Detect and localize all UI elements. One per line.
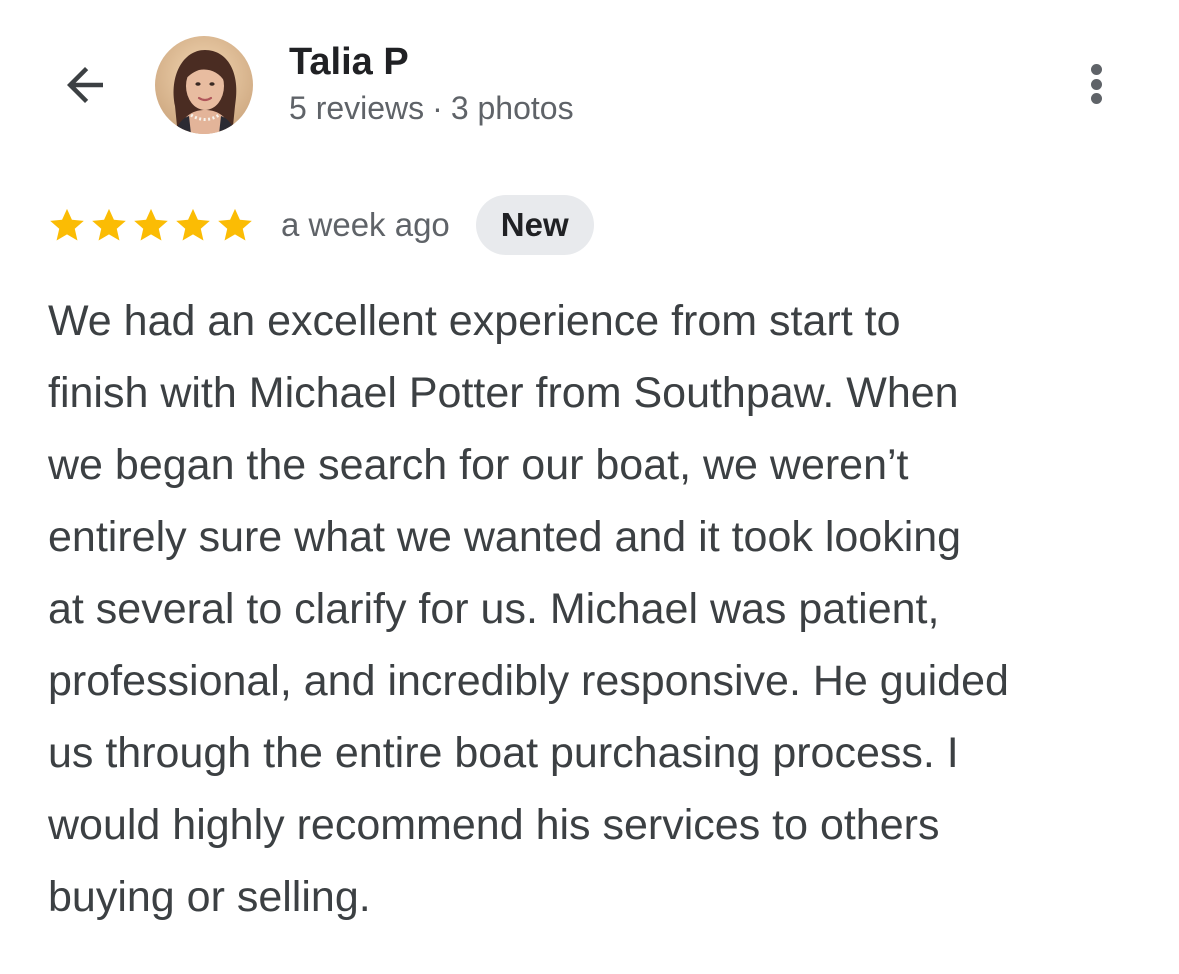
- star-rating: [48, 206, 258, 244]
- arrow-back-icon: [67, 67, 103, 103]
- more-vert-icon: [1090, 61, 1102, 108]
- review-text-line: finish with Michael Potter from Southpaw…: [48, 369, 959, 417]
- avatar[interactable]: [155, 36, 253, 134]
- reviews-count: 5 reviews: [289, 90, 425, 126]
- review-text-line: we began the search for our boat, we wer…: [48, 441, 909, 489]
- review-text-line: buying or selling.: [48, 873, 371, 921]
- review-time: a week ago: [281, 206, 450, 243]
- rating-row: a week ago New: [48, 195, 594, 255]
- star-icon: [176, 208, 210, 241]
- new-badge: New: [475, 195, 594, 255]
- back-button[interactable]: [48, 48, 122, 122]
- photos-count: 3 photos: [450, 90, 574, 126]
- review-text-line: us through the entire boat purchasing pr…: [48, 729, 959, 777]
- review-text-line: We had an excellent experience from star…: [48, 297, 901, 345]
- star-icon: [218, 208, 252, 241]
- star-icon: [92, 208, 126, 241]
- review-text-line: entirely sure what we wanted and it took…: [48, 513, 962, 561]
- reviewer-name[interactable]: Talia P: [289, 40, 409, 84]
- review-text-line: professional, and incredibly responsive.…: [48, 657, 1009, 705]
- reviewer-meta: 5 reviews · 3 photos: [289, 88, 574, 128]
- avatar-image: [155, 36, 253, 134]
- star-icon: [50, 208, 84, 241]
- review-header: Talia P 5 reviews · 3 photos: [0, 0, 1179, 170]
- meta-separator: ·: [432, 90, 443, 126]
- star-icon: [134, 208, 168, 241]
- review-text-line: at several to clarify for us. Michael wa…: [48, 585, 940, 633]
- review-text: We had an excellent experience from star…: [48, 285, 1148, 933]
- review-text-line: would highly recommend his services to o…: [48, 801, 940, 849]
- more-options-button[interactable]: [1068, 52, 1124, 116]
